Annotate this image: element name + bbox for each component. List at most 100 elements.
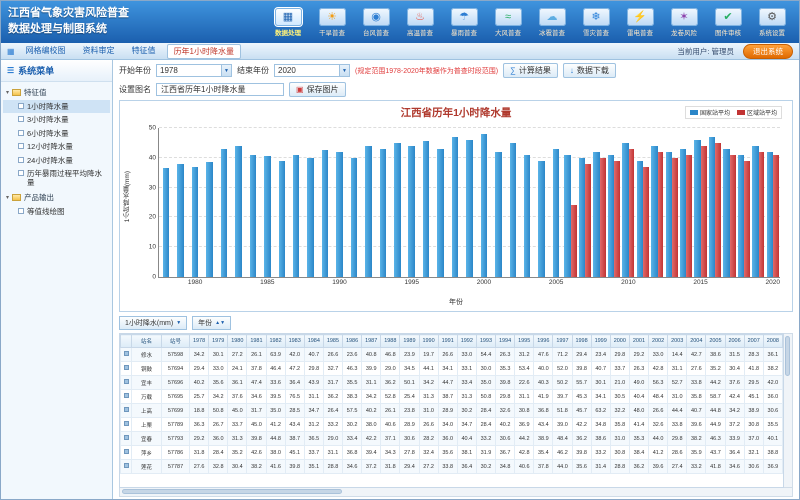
header-year-1993[interactable]: 1993: [476, 335, 495, 348]
header-year-1995[interactable]: 1995: [515, 335, 534, 348]
header-year-1983[interactable]: 1983: [285, 335, 304, 348]
bar-regional-2016[interactable]: [715, 143, 721, 277]
table-row[interactable]: 万载5769525.734.237.634.639.576.531.136.23…: [121, 390, 783, 404]
header-year-1986[interactable]: 1986: [343, 335, 362, 348]
tree-expand-icon[interactable]: ▾: [6, 89, 9, 96]
toolbar-item-heat[interactable]: ♨高温普查: [399, 8, 441, 37]
toolbar-item-tornado[interactable]: ✶龙卷风险: [663, 8, 705, 37]
bar-national-2000[interactable]: [481, 134, 487, 277]
toolbar-item-settings[interactable]: ⚙系统设置: [751, 8, 793, 37]
table-row[interactable]: 宜春5779329.236.031.339.844.838.736.529.03…: [121, 432, 783, 446]
toolbar-item-data-process[interactable]: ▦数据处理: [267, 8, 309, 37]
header-year-1980[interactable]: 1980: [228, 335, 247, 348]
header-year-2003[interactable]: 2003: [668, 335, 687, 348]
tree-item-0-4[interactable]: 24小时降水量: [3, 154, 110, 167]
bar-national-2002[interactable]: [510, 143, 516, 277]
bar-national-1984[interactable]: [250, 155, 256, 277]
start-year-select[interactable]: 1978 ▼: [156, 64, 232, 77]
header-year-1987[interactable]: 1987: [362, 335, 381, 348]
bar-national-1990[interactable]: [336, 152, 342, 277]
header-year-1998[interactable]: 1998: [572, 335, 591, 348]
tab-1[interactable]: 资料审定: [77, 44, 121, 59]
bar-regional-2019[interactable]: [759, 152, 765, 277]
header-year-2004[interactable]: 2004: [687, 335, 706, 348]
header-year-1982[interactable]: 1982: [266, 335, 285, 348]
bar-national-1988[interactable]: [307, 158, 313, 277]
vertical-scrollbar-thumb[interactable]: [785, 336, 790, 376]
header-year-2000[interactable]: 2000: [610, 335, 629, 348]
bar-national-1983[interactable]: [235, 146, 241, 277]
toolbar-item-lightning[interactable]: ⚡雷电普查: [619, 8, 661, 37]
bar-national-1989[interactable]: [322, 150, 328, 277]
bar-national-1978[interactable]: [163, 168, 169, 277]
table-row[interactable]: 宜丰5769640.235.636.147.433.636.443.931.73…: [121, 376, 783, 390]
bar-national-1999[interactable]: [466, 140, 472, 277]
header-year-1996[interactable]: 1996: [534, 335, 553, 348]
bar-national-2004[interactable]: [538, 161, 544, 277]
tree-item-0-1[interactable]: 3小时降水量: [3, 113, 110, 126]
figname-input[interactable]: 江西省历年1小时降水量: [156, 83, 284, 96]
bar-national-1986[interactable]: [279, 161, 285, 277]
bar-national-1985[interactable]: [264, 156, 270, 277]
toolbar-item-rainstorm[interactable]: ☂暴雨普查: [443, 8, 485, 37]
bar-regional-2013[interactable]: [672, 158, 678, 277]
logout-button[interactable]: 退出系统: [743, 44, 793, 59]
bar-national-2001[interactable]: [495, 152, 501, 277]
table-row[interactable]: 上高5769918.850.845.031.735.028.534.726.45…: [121, 404, 783, 418]
header-station-id[interactable]: 站号: [162, 335, 190, 348]
tree-item-0-5[interactable]: 历年暴雨过程平均降水量: [3, 167, 110, 190]
bar-national-1997[interactable]: [437, 149, 443, 277]
tree-item-1-0[interactable]: 等值线绘图: [3, 205, 110, 218]
bar-regional-2017[interactable]: [730, 155, 736, 277]
header-year-1984[interactable]: 1984: [304, 335, 323, 348]
bar-national-1996[interactable]: [423, 141, 429, 277]
bar-regional-2018[interactable]: [744, 161, 750, 277]
bar-regional-2020[interactable]: [773, 155, 779, 277]
save-image-button[interactable]: ▣ 保存图片: [289, 82, 346, 97]
toolbar-item-hail[interactable]: ☁冰雹普查: [531, 8, 573, 37]
header-year-2002[interactable]: 2002: [649, 335, 668, 348]
table-row[interactable]: 萍乡5778631.828.435.242.638.045.133.731.13…: [121, 446, 783, 460]
bar-national-1995[interactable]: [408, 146, 414, 277]
bar-national-1987[interactable]: [293, 155, 299, 277]
tab-0[interactable]: 网格编校图: [20, 44, 72, 59]
bar-national-1980[interactable]: [192, 167, 198, 277]
header-year-1992[interactable]: 1992: [457, 335, 476, 348]
table-row[interactable]: 上栗5778936.326.733.745.041.243.431.233.23…: [121, 418, 783, 432]
header-year-1981[interactable]: 1981: [247, 335, 266, 348]
bar-national-1993[interactable]: [380, 149, 386, 277]
bar-regional-2015[interactable]: [701, 146, 707, 277]
bar-national-2003[interactable]: [524, 155, 530, 277]
header-year-1990[interactable]: 1990: [419, 335, 438, 348]
tree-group-1[interactable]: ▾产品输出: [3, 190, 110, 205]
header-year-1988[interactable]: 1988: [381, 335, 400, 348]
header-year-2007[interactable]: 2007: [744, 335, 763, 348]
header-year-1989[interactable]: 1989: [400, 335, 419, 348]
bar-regional-2014[interactable]: [686, 155, 692, 277]
horizontal-scrollbar[interactable]: [119, 488, 793, 497]
checkbox-icon[interactable]: [18, 116, 24, 122]
calc-button[interactable]: ∑ 计算结果: [503, 63, 558, 78]
bar-regional-2012[interactable]: [658, 152, 664, 277]
bar-regional-2008[interactable]: [600, 158, 606, 277]
toolbar-item-review[interactable]: ✔图件审核: [707, 8, 749, 37]
bar-national-1982[interactable]: [221, 149, 227, 277]
checkbox-icon[interactable]: [18, 208, 24, 214]
header-year-2008[interactable]: 2008: [763, 335, 782, 348]
toolbar-item-drought[interactable]: ☀干旱普查: [311, 8, 353, 37]
value-filter-chip[interactable]: 1小时降水(mm) ▼: [119, 316, 187, 330]
header-year-1994[interactable]: 1994: [496, 335, 515, 348]
header-year-1978[interactable]: 1978: [190, 335, 209, 348]
checkbox-icon[interactable]: [18, 170, 24, 176]
checkbox-icon[interactable]: [18, 157, 24, 163]
checkbox-icon[interactable]: [18, 130, 24, 136]
bar-regional-2007[interactable]: [585, 164, 591, 277]
tree-item-0-3[interactable]: 12小时降水量: [3, 140, 110, 153]
toolbar-item-snow[interactable]: ❄雪灾普查: [575, 8, 617, 37]
vertical-scrollbar[interactable]: [784, 333, 793, 488]
toolbar-item-wind[interactable]: ≈大风普查: [487, 8, 529, 37]
tab-2[interactable]: 特征值: [126, 44, 162, 59]
bar-national-1991[interactable]: [351, 158, 357, 277]
bar-national-1979[interactable]: [177, 164, 183, 277]
header-year-1985[interactable]: 1985: [323, 335, 342, 348]
